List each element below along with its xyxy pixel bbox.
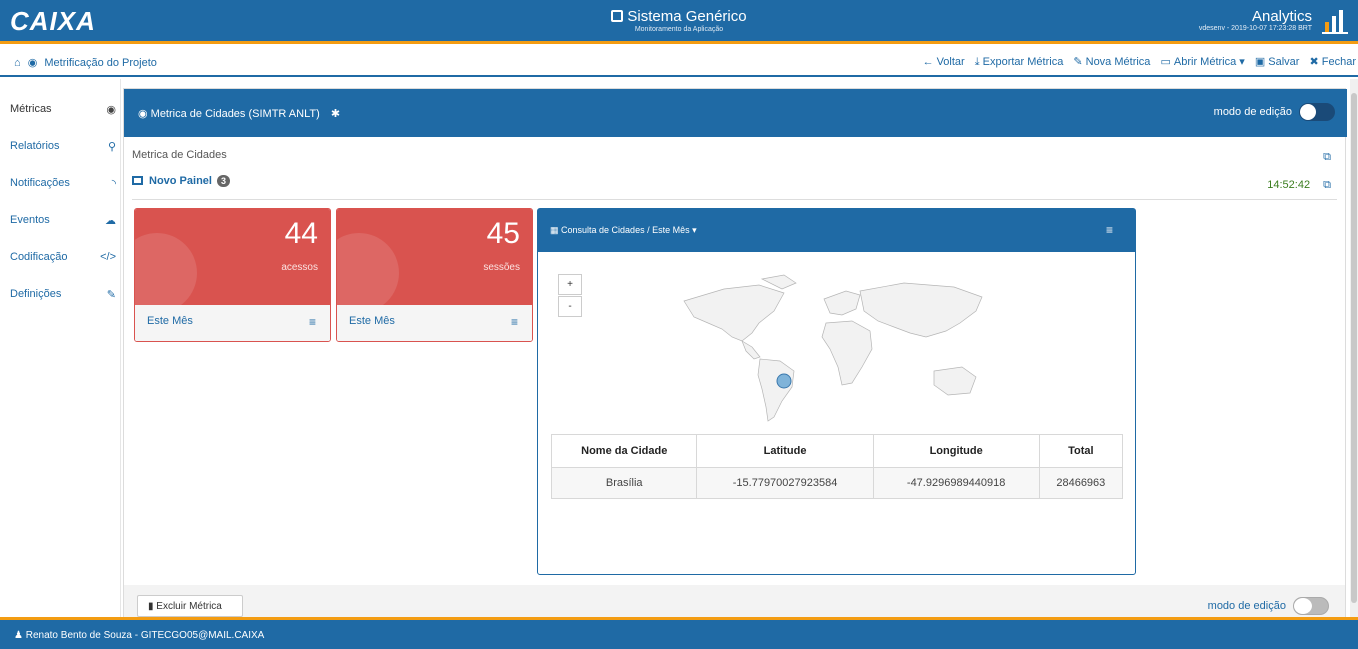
- board-count-badge: 3: [217, 175, 231, 187]
- city-table: Nome da Cidade Latitude Longitude Total …: [550, 434, 1124, 499]
- table-row: Brasília -15.77970027923584 -47.92969894…: [550, 467, 1124, 499]
- folder-open-icon: ▭: [1160, 56, 1171, 68]
- divider: [132, 199, 1337, 200]
- board-title[interactable]: Novo Painel 3: [132, 175, 231, 187]
- table-cell: 28466963: [1038, 467, 1124, 499]
- footer-bar: ♟ Renato Bento de Souza - GITECGO05@MAIL…: [0, 617, 1358, 649]
- app-icon: [611, 10, 624, 22]
- export-metric-button[interactable]: ⤓ Exportar Métrica: [975, 56, 1064, 69]
- zoom-out-button[interactable]: -: [558, 296, 582, 317]
- stat-label: acessos: [281, 262, 318, 273]
- expand-icon[interactable]: ⧉: [1323, 151, 1331, 164]
- environment-info: vdesenv - 2019-10-07 17:23:28 BRT: [1198, 25, 1312, 32]
- sidebar-item-relatorios[interactable]: Relatórios ⚲: [10, 138, 116, 158]
- panel-header: ◉ Metrica de Cidades (SIMTR ANLT) ✱ modo…: [124, 89, 1347, 137]
- sidebar-item-notificacoes[interactable]: Notificações ◝: [10, 175, 116, 195]
- save-button[interactable]: ▣ Salvar: [1255, 55, 1300, 68]
- analytics-title: Analytics: [1251, 8, 1312, 25]
- download-icon: ⤓: [974, 56, 980, 68]
- panel-footer: ▮ Excluir Métrica modo de edição: [124, 585, 1345, 619]
- system-title: Sistema Genérico: [627, 8, 747, 25]
- arrow-left-icon: ←: [922, 56, 934, 68]
- home-icon[interactable]: ⌂: [14, 57, 21, 69]
- scrollbar[interactable]: [1350, 79, 1358, 617]
- edit-mode-toggle[interactable]: [1293, 597, 1329, 615]
- edit-mode-label: modo de edição: [1213, 105, 1292, 118]
- menu-icon[interactable]: ≡: [309, 315, 316, 329]
- sidebar: Métricas ◉ Relatórios ⚲ Notificações ◝ E…: [0, 79, 121, 617]
- dashboard-icon: ◉: [138, 108, 151, 120]
- map-widget-title[interactable]: ▦ Consulta de Cidades / Este Mês ▾: [550, 225, 697, 236]
- brasilia-marker: [776, 373, 792, 389]
- zoom-in-button[interactable]: +: [558, 274, 582, 295]
- toolbar: ⌂ ◉ Metrificação do Projeto ← Voltar ⤓ Exp…: [0, 47, 1358, 77]
- column-header[interactable]: Nome da Cidade: [550, 434, 698, 468]
- menu-icon[interactable]: ≡: [1106, 223, 1113, 237]
- action-bar: ← Voltar ⤓ Exportar Métrica ✎ Nova Métrica …: [916, 55, 1356, 69]
- stat-card-acessos: 44 acessos Este Mês ≡: [134, 208, 331, 342]
- code-icon: </>: [100, 251, 116, 263]
- user-icon: ♟: [14, 630, 26, 641]
- dashboard-icon: ◉: [106, 104, 116, 116]
- close-button[interactable]: ✖ Fechar: [1310, 55, 1356, 68]
- window-icon: [132, 176, 143, 185]
- stat-card-sessoes: 45 sessões Este Mês ≡: [336, 208, 533, 342]
- new-metric-button[interactable]: ✎ Nova Métrica: [1073, 55, 1150, 68]
- user-info: ♟ Renato Bento de Souza - GITECGO05@MAIL…: [14, 630, 265, 641]
- menu-icon[interactable]: ≡: [511, 315, 518, 329]
- sidebar-item-definicoes[interactable]: Definições ✎: [10, 286, 116, 306]
- stat-label: sessões: [483, 262, 520, 273]
- column-header[interactable]: Latitude: [696, 434, 874, 468]
- metric-panel: ◉ Metrica de Cidades (SIMTR ANLT) ✱ modo…: [123, 88, 1347, 619]
- sidebar-item-codificacao[interactable]: Codificação </>: [10, 249, 116, 269]
- sidebar-item-metricas[interactable]: Métricas ◉: [10, 101, 116, 121]
- search-icon: ⚲: [107, 141, 116, 153]
- map-widget-header: ▦ Consulta de Cidades / Este Mês ▾ ≡: [538, 209, 1135, 252]
- save-icon: ▣: [1254, 56, 1266, 68]
- magic-icon: ✎: [1073, 56, 1083, 68]
- panel-title: Metrica de Cidades (SIMTR ANLT): [150, 108, 320, 120]
- edit-icon: ✎: [106, 289, 116, 301]
- table-icon: ▦: [550, 225, 562, 235]
- system-title-block: Sistema Genérico Monitoramento da Aplica…: [0, 8, 1358, 33]
- stat-period: Este Mês: [349, 315, 395, 327]
- stat-value: 45: [486, 217, 520, 250]
- scrollbar-thumb[interactable]: [1351, 93, 1357, 603]
- open-metric-button[interactable]: ▭ Abrir Métrica ▾: [1160, 55, 1244, 68]
- stat-value: 44: [284, 217, 318, 250]
- analytics-chart-icon: [1322, 10, 1348, 34]
- delete-metric-button[interactable]: ▮ Excluir Métrica: [137, 595, 243, 617]
- back-button[interactable]: ← Voltar: [923, 56, 965, 68]
- system-subtitle: Monitoramento da Aplicação: [634, 26, 724, 33]
- metric-label: Metrica de Cidades: [132, 149, 227, 161]
- bolt-icon: [337, 233, 399, 305]
- expand-icon[interactable]: ⧉: [1323, 179, 1331, 191]
- stat-period: Este Mês: [147, 315, 193, 327]
- clock-time: 14:52:42: [1267, 179, 1311, 191]
- breadcrumb: ⌂ ◉ Metrificação do Projeto: [14, 56, 161, 69]
- world-map[interactable]: [664, 271, 1004, 431]
- analytics-block: Analytics vdesenv - 2019-10-07 17:23:28 …: [1199, 8, 1312, 32]
- table-cell: Brasília: [550, 467, 698, 499]
- sidebar-item-eventos[interactable]: Eventos ☁: [10, 212, 116, 232]
- edit-mode-label: modo de edição: [1207, 599, 1286, 612]
- gear-icon[interactable]: ✱: [331, 108, 340, 120]
- dashboard-icon: ◉: [27, 57, 38, 69]
- rss-icon: ◝: [111, 178, 116, 190]
- table-cell: -47.9296989440918: [872, 467, 1040, 499]
- column-header[interactable]: Longitude: [872, 434, 1040, 468]
- table-cell: -15.77970027923584: [696, 467, 874, 499]
- breadcrumb-current[interactable]: Metrificação do Projeto: [44, 57, 157, 69]
- table-header-row: Nome da Cidade Latitude Longitude Total: [550, 434, 1124, 468]
- city-map-widget: ▦ Consulta de Cidades / Este Mês ▾ ≡ + -: [537, 208, 1136, 575]
- app-header: CAIXA Sistema Genérico Monitoramento da …: [0, 0, 1358, 44]
- globe-icon: [135, 233, 197, 305]
- column-header[interactable]: Total: [1038, 434, 1124, 468]
- caret-down-icon: ▾: [689, 225, 697, 235]
- cloud-icon: ☁: [105, 215, 116, 227]
- close-icon: ✖: [1309, 56, 1319, 68]
- edit-mode-toggle[interactable]: [1299, 103, 1335, 121]
